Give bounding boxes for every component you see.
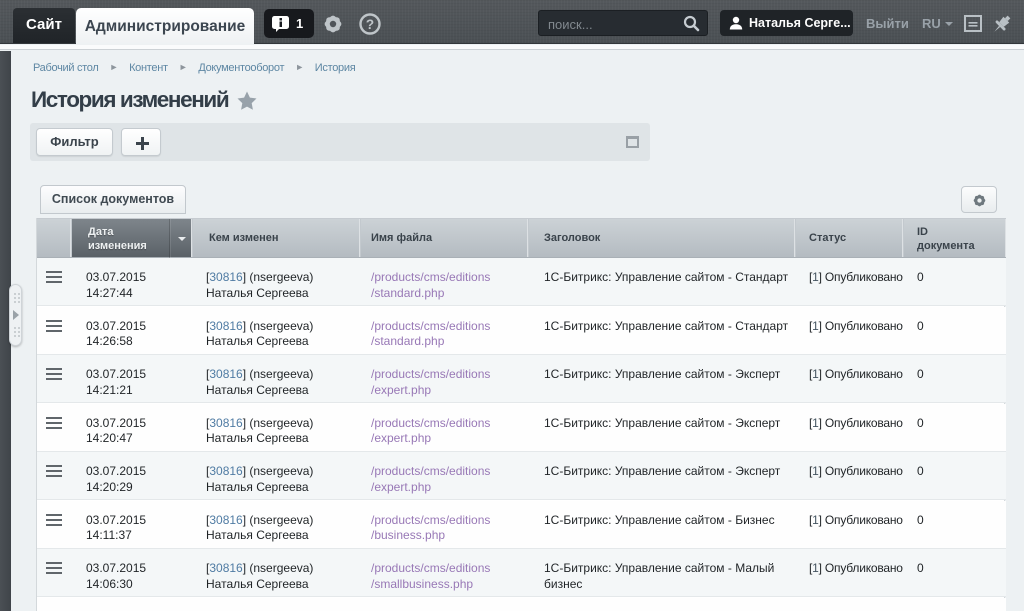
- svg-text:?: ?: [366, 17, 374, 32]
